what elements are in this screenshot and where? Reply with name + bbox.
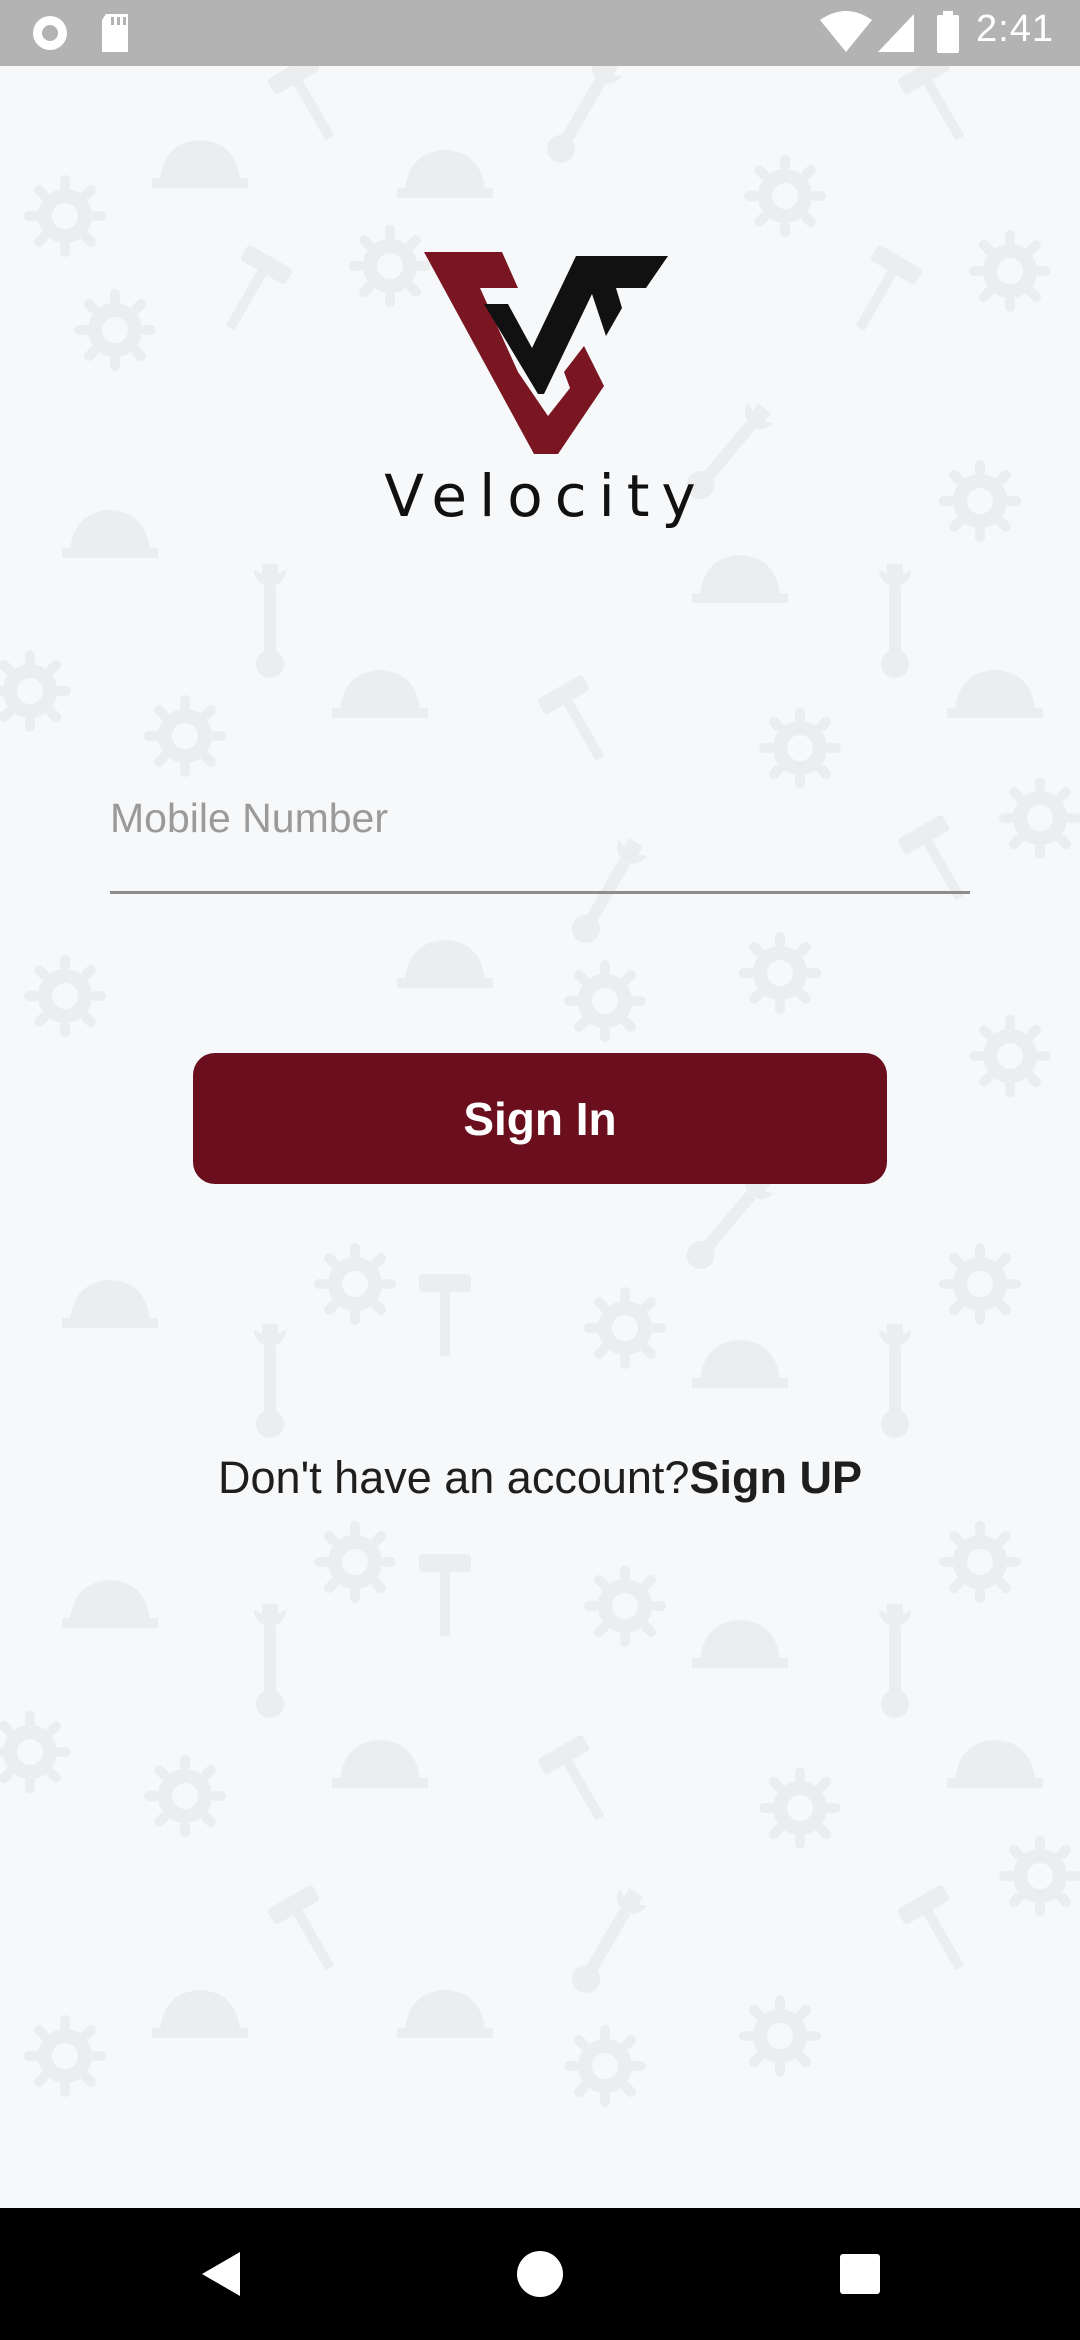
signup-prompt-text: Don't have an account? <box>218 1452 690 1503</box>
sign-up-link[interactable]: Sign UP <box>689 1452 862 1503</box>
mobile-number-field <box>110 770 970 896</box>
brand-name: Velocity <box>384 462 708 530</box>
signup-prompt: Don't have an account?Sign UP <box>0 1452 1080 1504</box>
mobile-number-input[interactable] <box>110 770 970 894</box>
home-icon[interactable] <box>500 2208 580 2340</box>
wifi-icon <box>820 11 872 52</box>
status-time: 2:41 <box>976 8 1054 50</box>
record-icon <box>33 16 67 50</box>
velocity-logo <box>424 252 668 454</box>
recents-icon[interactable] <box>820 2208 900 2340</box>
battery-icon <box>937 11 959 53</box>
cell-signal-icon <box>878 14 914 52</box>
login-screen: 2:41 Velocity Mobile Number Sign In Don'… <box>0 0 1080 2340</box>
sign-in-button[interactable]: Sign In <box>193 1053 887 1184</box>
back-icon[interactable] <box>180 2208 260 2340</box>
navigation-bar <box>0 2208 1080 2340</box>
status-bar: 2:41 <box>0 0 1080 66</box>
sd-card-icon <box>102 14 128 52</box>
